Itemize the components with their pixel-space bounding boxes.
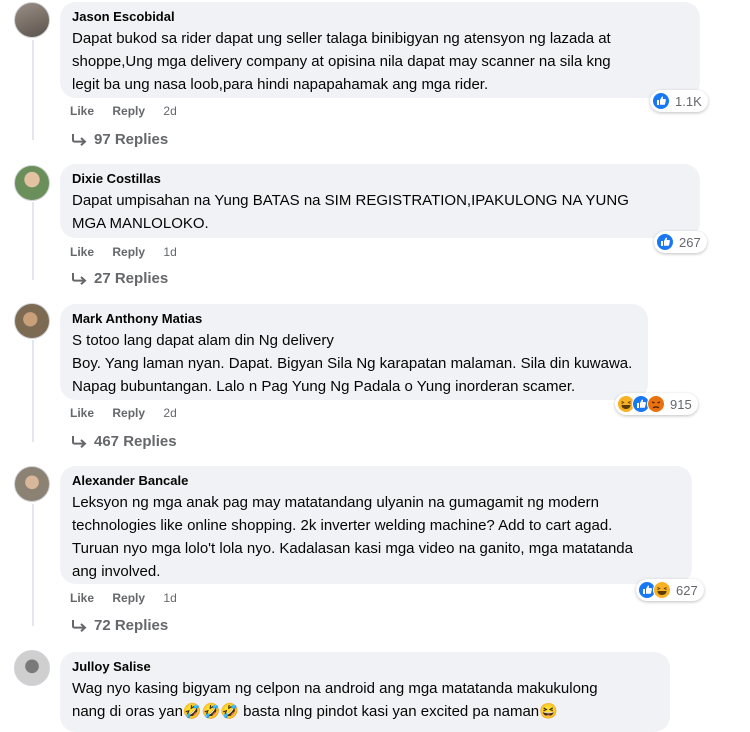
replies-count: 72 Replies: [94, 617, 169, 634]
avatar[interactable]: [14, 165, 50, 201]
view-replies-link[interactable]: 72 Replies: [70, 617, 168, 634]
reaction-summary[interactable]: 1.1K: [650, 90, 708, 112]
reply-arrow-icon: [72, 133, 87, 146]
thread-line: [32, 340, 34, 442]
like-icon: [652, 92, 670, 110]
reaction-count: 915: [670, 396, 692, 412]
avatar[interactable]: [14, 303, 50, 339]
comment-actions: Like Reply 2d: [70, 406, 192, 420]
comment-bubble: Dixie Costillas Dapat umpisahan na Yung …: [60, 164, 700, 238]
comment-text: Wag nyo kasing bigyam ng celpon na andro…: [72, 680, 598, 720]
reaction-count: 1.1K: [675, 93, 702, 109]
thread-line: [32, 504, 34, 626]
reaction-count: 267: [679, 234, 701, 250]
view-replies-link[interactable]: 97 Replies: [70, 131, 168, 148]
reaction-summary[interactable]: 627: [636, 579, 704, 601]
avatar[interactable]: [14, 466, 50, 502]
view-replies-link[interactable]: 27 Replies: [70, 270, 168, 287]
view-replies-link[interactable]: 467 Replies: [70, 433, 177, 450]
comment-author[interactable]: Julloy Salise: [72, 658, 658, 675]
angry-icon: [647, 395, 665, 413]
comment-bubble: Alexander Bancale Leksyon ng mga anak pa…: [60, 466, 692, 584]
replies-count: 467 Replies: [94, 433, 177, 450]
comment-author[interactable]: Alexander Bancale: [72, 472, 680, 489]
comment-author[interactable]: Mark Anthony Matias: [72, 310, 636, 327]
comment-actions: Like Reply 1d: [70, 245, 192, 259]
comment-actions: Like Reply 1d: [70, 591, 192, 605]
comment-author[interactable]: Jason Escobidal: [72, 8, 688, 25]
reply-button[interactable]: Reply: [112, 591, 145, 605]
reply-arrow-icon: [72, 435, 87, 448]
comment-timestamp[interactable]: 2d: [163, 104, 176, 118]
like-button[interactable]: Like: [70, 104, 94, 118]
reaction-count: 627: [676, 582, 698, 598]
avatar[interactable]: [14, 650, 50, 686]
replies-count: 97 Replies: [94, 131, 169, 148]
reply-arrow-icon: [72, 619, 87, 632]
comment-text: Dapat bukod sa rider dapat ung seller ta…: [72, 30, 611, 93]
reaction-summary[interactable]: 915: [615, 393, 698, 415]
comment-bubble: Jason Escobidal Dapat bukod sa rider dap…: [60, 2, 700, 98]
comment-author[interactable]: Dixie Costillas: [72, 170, 688, 187]
thread-line: [32, 202, 34, 280]
comment-timestamp[interactable]: 2d: [163, 406, 176, 420]
comment-text: S totoo lang dapat alam din Ng delivery B…: [72, 332, 633, 395]
comment-actions: Like Reply 2d: [70, 104, 192, 118]
comment-timestamp[interactable]: 1d: [163, 591, 176, 605]
replies-count: 27 Replies: [94, 270, 169, 287]
like-button[interactable]: Like: [70, 406, 94, 420]
reply-button[interactable]: Reply: [112, 406, 145, 420]
comment-bubble: Mark Anthony Matias S totoo lang dapat a…: [60, 304, 648, 400]
thread-line: [32, 40, 34, 140]
reaction-summary[interactable]: 267: [654, 231, 707, 253]
comment-timestamp[interactable]: 1d: [163, 245, 176, 259]
comment-bubble: Julloy Salise Wag nyo kasing bigyam ng c…: [60, 652, 670, 732]
comment-text: Dapat umpisahan na Yung BATAS na SIM REG…: [72, 192, 629, 232]
reply-button[interactable]: Reply: [112, 104, 145, 118]
like-button[interactable]: Like: [70, 591, 94, 605]
like-button[interactable]: Like: [70, 245, 94, 259]
avatar[interactable]: [14, 2, 50, 38]
reply-arrow-icon: [72, 272, 87, 285]
reply-button[interactable]: Reply: [112, 245, 145, 259]
like-icon: [656, 233, 674, 251]
haha-icon: [653, 581, 671, 599]
comment-text: Leksyon ng mga anak pag may matatandang …: [72, 494, 633, 580]
